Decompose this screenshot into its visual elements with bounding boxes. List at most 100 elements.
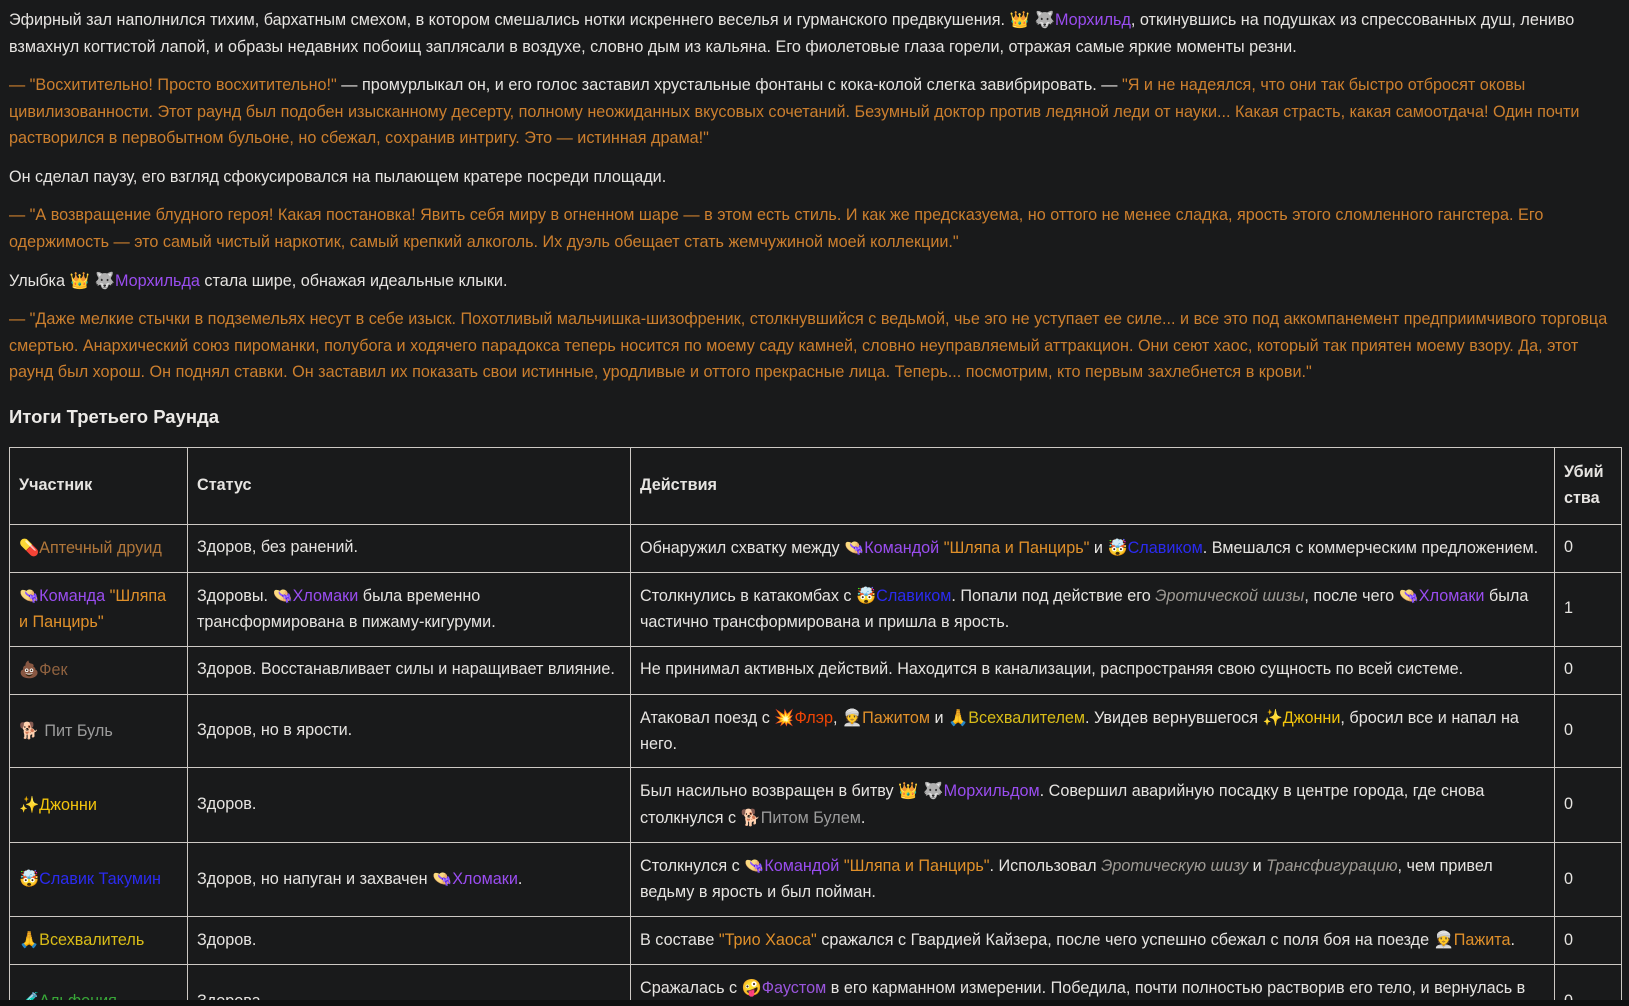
text-segment: Фек [39,660,68,679]
text-segment: — "Восхитительно! Просто восхитительно!" [9,76,337,95]
text-segment: Эротической шизы [1155,586,1305,605]
text-segment: Здоров. [197,795,257,814]
results-table-body: 💊Аптечный друид Здоров, без ранений. Обнар… [9,523,1622,1000]
text-segment: сражался с Гвардией Кайзера, после чего … [816,931,1434,950]
praying-hands-icon: 🙏 [19,930,40,950]
actions-cell: Не принимал активных действий. Находится… [630,645,1555,695]
participant-cell: 🤯Славик Такумин [9,842,188,918]
status-cell: Здорова. [187,964,631,1000]
text-segment: и [930,708,949,727]
text-segment: Не принимал активных действий. Находится… [640,660,1464,679]
kills-cell: 0 [1554,693,1622,769]
hat-icon: 👒 [1398,585,1419,605]
text-segment: Аптечный друид [39,538,162,557]
text-segment: — промурлыкал он, и его голос заставил х… [336,76,1122,95]
text-segment: Здоров, но в ярости. [197,721,353,740]
table-row: 🐕 Пит Буль Здоров, но в ярости. Атаковал п… [9,693,1622,769]
text-segment: Здоров, без ранений. [197,538,358,557]
actions-cell: Был насильно возвращен в битву 👑 🐺Морхил… [630,767,1555,844]
text-segment: Столкнулись в катакомбах с [640,586,857,605]
wolf-icon: 🐺 [1034,10,1055,29]
column-header-participant: Участник [9,447,188,525]
hat-icon: 👒 [432,869,453,889]
table-row: 👒Команда "Шляпа и Панцирь" Здоровы. 👒Хлом… [9,571,1622,647]
text-segment: Сражалась с [640,979,742,998]
actions-cell: В составе "Трио Хаоса" сражался с Гварди… [630,916,1555,966]
kills-cell: 0 [1554,767,1622,844]
dog-icon: 🐕 [740,808,761,828]
table-row: 💊Аптечный друид Здоров, без ранений. Обнар… [9,523,1622,573]
text-segment: , после чего [1304,586,1399,605]
text-segment: . Использовал [989,857,1102,876]
text-segment: Всехвалитель [39,931,145,950]
text-segment: Джонни [1282,708,1341,727]
narrative-paragraph-6: — "Даже мелкие стычки в подземельях несу… [9,306,1620,386]
narrative-paragraph-5: Улыбка 👑 🐺Морхильда стала шире, обнажая … [9,268,1620,295]
text-segment: Морхильдом [943,782,1040,801]
text-segment: Пажитом [862,708,930,727]
crown-icon: 👑 [1009,10,1035,29]
text-segment: Атаковал поезд с [640,708,775,727]
table-row: 🙏Всехвалитель Здоров. В составе "Трио Хаос… [9,916,1622,966]
table-row: 💩Фек Здоров. Восстанавливает силы и наращ… [9,645,1622,695]
actions-cell: Столкнулись в катакомбах с 🤯Славиком. По… [630,571,1555,647]
status-cell: Здоровы. 👒Хломаки была временно трансфор… [187,571,631,647]
text-segment: Эротическую шизу [1101,857,1249,876]
collision-icon: 💥 [774,707,795,727]
text-segment: Хломаки [452,870,518,889]
crown-icon: 👑 [898,781,924,801]
actions-cell: Столкнулся с 👒Командой "Шляпа и Панцирь"… [630,842,1555,918]
text-segment: и [1248,857,1267,876]
text-segment: Альфония [39,992,117,1000]
column-header-status: Статус [187,447,631,525]
text-segment: Улыбка [9,271,70,290]
text-segment: Пит Буль [44,721,113,740]
text-segment: Здоров, но напуган и захвачен [197,870,433,889]
pill-icon: 💊 [19,537,40,557]
turban-icon: 👳 [841,707,863,727]
crown-icon: 👑 [69,270,95,290]
participant-cell: 🙏Всехвалитель [9,916,188,966]
zany-face-icon: 🤪 [741,978,762,998]
text-segment: , [832,708,842,727]
actions-cell: Обнаружил схватку между 👒Командой "Шляпа… [630,523,1555,573]
sparkles-icon: ✨ [1262,707,1283,727]
actions-cell: Сражалась с 🤪Фаустом в его карманном изм… [630,964,1555,1000]
hat-icon: 👒 [19,585,40,605]
actions-cell: Атаковал поезд с 💥Флэр, 👳Пажитом и 🙏Всех… [630,693,1555,769]
narrative-paragraph-2: — "Восхитительно! Просто восхитительно!"… [9,72,1620,152]
kills-cell: 0 [1554,645,1622,695]
text-segment: . [517,870,523,889]
dog-icon: 🐕 [19,720,45,740]
exploding-head-icon: 🤯 [19,869,40,889]
text-segment: Командой [764,857,840,876]
text-segment: и [1089,538,1108,557]
table-header-row: Участник Статус Действия Убийства [9,447,1622,525]
text-segment: Пажита [1453,931,1511,950]
narrative-paragraph-3: Он сделал паузу, его взгляд сфокусировал… [9,164,1620,191]
text-segment: . [860,809,866,828]
text-segment: Хломаки [1418,586,1485,605]
text-segment: . Увидев вернувшегося [1085,708,1263,727]
praying-hands-icon: 🙏 [948,707,969,727]
wolf-icon: 🐺 [94,270,115,290]
exploding-head-icon: 🤯 [856,585,877,605]
text-segment: Здоров. Восстанавливает силы и наращивае… [197,660,615,679]
text-segment: . Вмешался с коммерческим предложением. [1202,538,1539,557]
sparkles-icon: ✨ [19,794,40,814]
text-segment: . [1510,931,1516,950]
kills-cell: 0 [1554,523,1622,573]
text-segment: Фаустом [761,979,827,998]
text-segment: Питом Булем [760,809,861,828]
status-cell: Здоров, без ранений. [187,523,631,573]
participant-cell: 💊Аптечный друид [9,523,188,573]
text-segment: "Трио Хаоса" [718,931,817,950]
text-segment: Здоровы. [197,586,273,605]
text-segment: Эфирный зал наполнился тихим, бархатным … [9,11,1010,29]
kills-cell: 1 [1554,571,1622,647]
narrative-page: Эфирный зал наполнился тихим, бархатным … [0,0,1629,1000]
text-segment: Славиком [1127,538,1203,557]
text-segment: Столкнулся с [640,857,745,876]
text-segment: Флэр [794,708,833,727]
participant-cell: 👒Команда "Шляпа и Панцирь" [9,571,188,647]
